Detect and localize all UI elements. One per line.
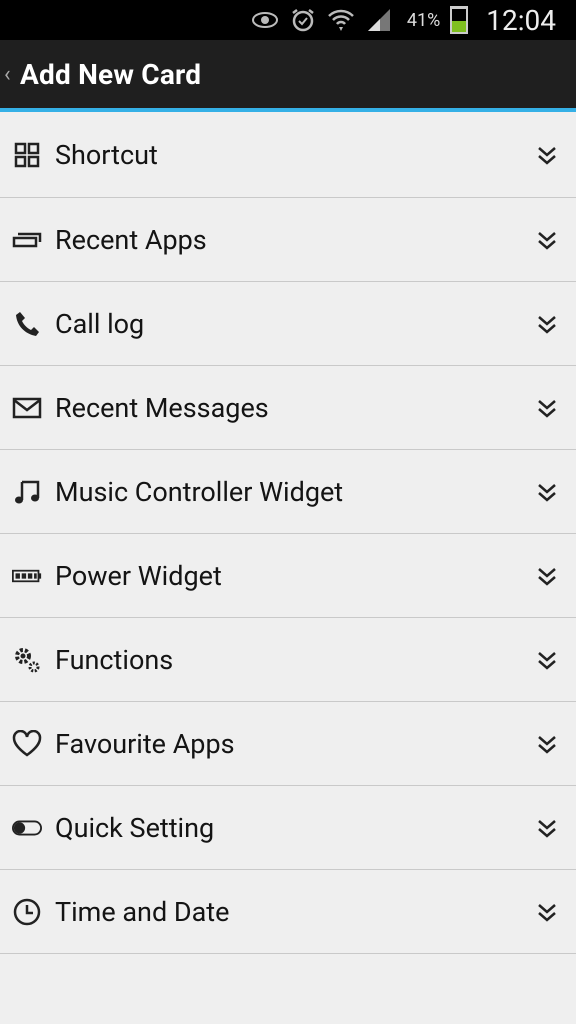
signal-icon (365, 6, 393, 34)
expand-chevron-icon[interactable] (536, 397, 558, 419)
expand-chevron-icon[interactable] (536, 649, 558, 671)
list-item-label: Favourite Apps (55, 727, 235, 760)
list-item-label: Call log (55, 307, 145, 340)
phone-icon (12, 309, 42, 339)
expand-chevron-icon[interactable] (536, 901, 558, 923)
heart-icon (12, 729, 42, 759)
list-item-shortcut[interactable]: Shortcut (0, 112, 576, 198)
list-item-label: Shortcut (55, 138, 158, 171)
expand-chevron-icon[interactable] (536, 313, 558, 335)
expand-chevron-icon[interactable] (536, 481, 558, 503)
expand-chevron-icon[interactable] (536, 565, 558, 587)
eye-icon (251, 6, 279, 34)
list-item-label: Quick Setting (55, 811, 215, 844)
card-type-list: Shortcut Recent Apps Call log Recent Mes… (0, 112, 576, 954)
list-item-recent-apps[interactable]: Recent Apps (0, 198, 576, 282)
back-chevron-icon[interactable]: ‹ (4, 62, 18, 87)
wifi-icon (327, 6, 355, 34)
expand-chevron-icon[interactable] (536, 733, 558, 755)
list-item-label: Recent Messages (55, 391, 269, 424)
grid-icon (12, 140, 42, 170)
list-item-quick-setting[interactable]: Quick Setting (0, 786, 576, 870)
list-item-call-log[interactable]: Call log (0, 282, 576, 366)
list-item-recent-messages[interactable]: Recent Messages (0, 366, 576, 450)
status-icons: 41% 12:04 (251, 0, 556, 40)
expand-chevron-icon[interactable] (536, 229, 558, 251)
list-item-power-widget[interactable]: Power Widget (0, 534, 576, 618)
envelope-icon (12, 393, 42, 423)
battery-icon (450, 6, 469, 34)
expand-chevron-icon[interactable] (536, 144, 558, 166)
battery-widget-icon (12, 561, 42, 591)
clock-time: 12:04 (486, 3, 556, 37)
battery-fill (452, 20, 467, 32)
expand-chevron-icon[interactable] (536, 817, 558, 839)
list-item-label: Power Widget (55, 559, 222, 592)
list-item-music-controller-widget[interactable]: Music Controller Widget (0, 450, 576, 534)
list-item-label: Recent Apps (55, 223, 207, 256)
list-item-label: Functions (55, 643, 174, 676)
list-item-time-and-date[interactable]: Time and Date (0, 870, 576, 954)
toggle-icon (12, 813, 42, 843)
alarm-icon (289, 6, 317, 34)
list-item-label: Time and Date (55, 895, 230, 928)
clock-icon (12, 897, 42, 927)
page-title[interactable]: Add New Card (20, 58, 201, 91)
list-item-favourite-apps[interactable]: Favourite Apps (0, 702, 576, 786)
battery-percent: 41% (406, 9, 441, 31)
music-note-icon (12, 477, 42, 507)
status-bar: 41% 12:04 (0, 0, 576, 40)
recent-apps-icon (12, 225, 42, 255)
gears-icon (12, 645, 42, 675)
list-item-label: Music Controller Widget (55, 475, 344, 508)
action-bar: ‹ Add New Card (0, 40, 576, 112)
list-item-functions[interactable]: Functions (0, 618, 576, 702)
